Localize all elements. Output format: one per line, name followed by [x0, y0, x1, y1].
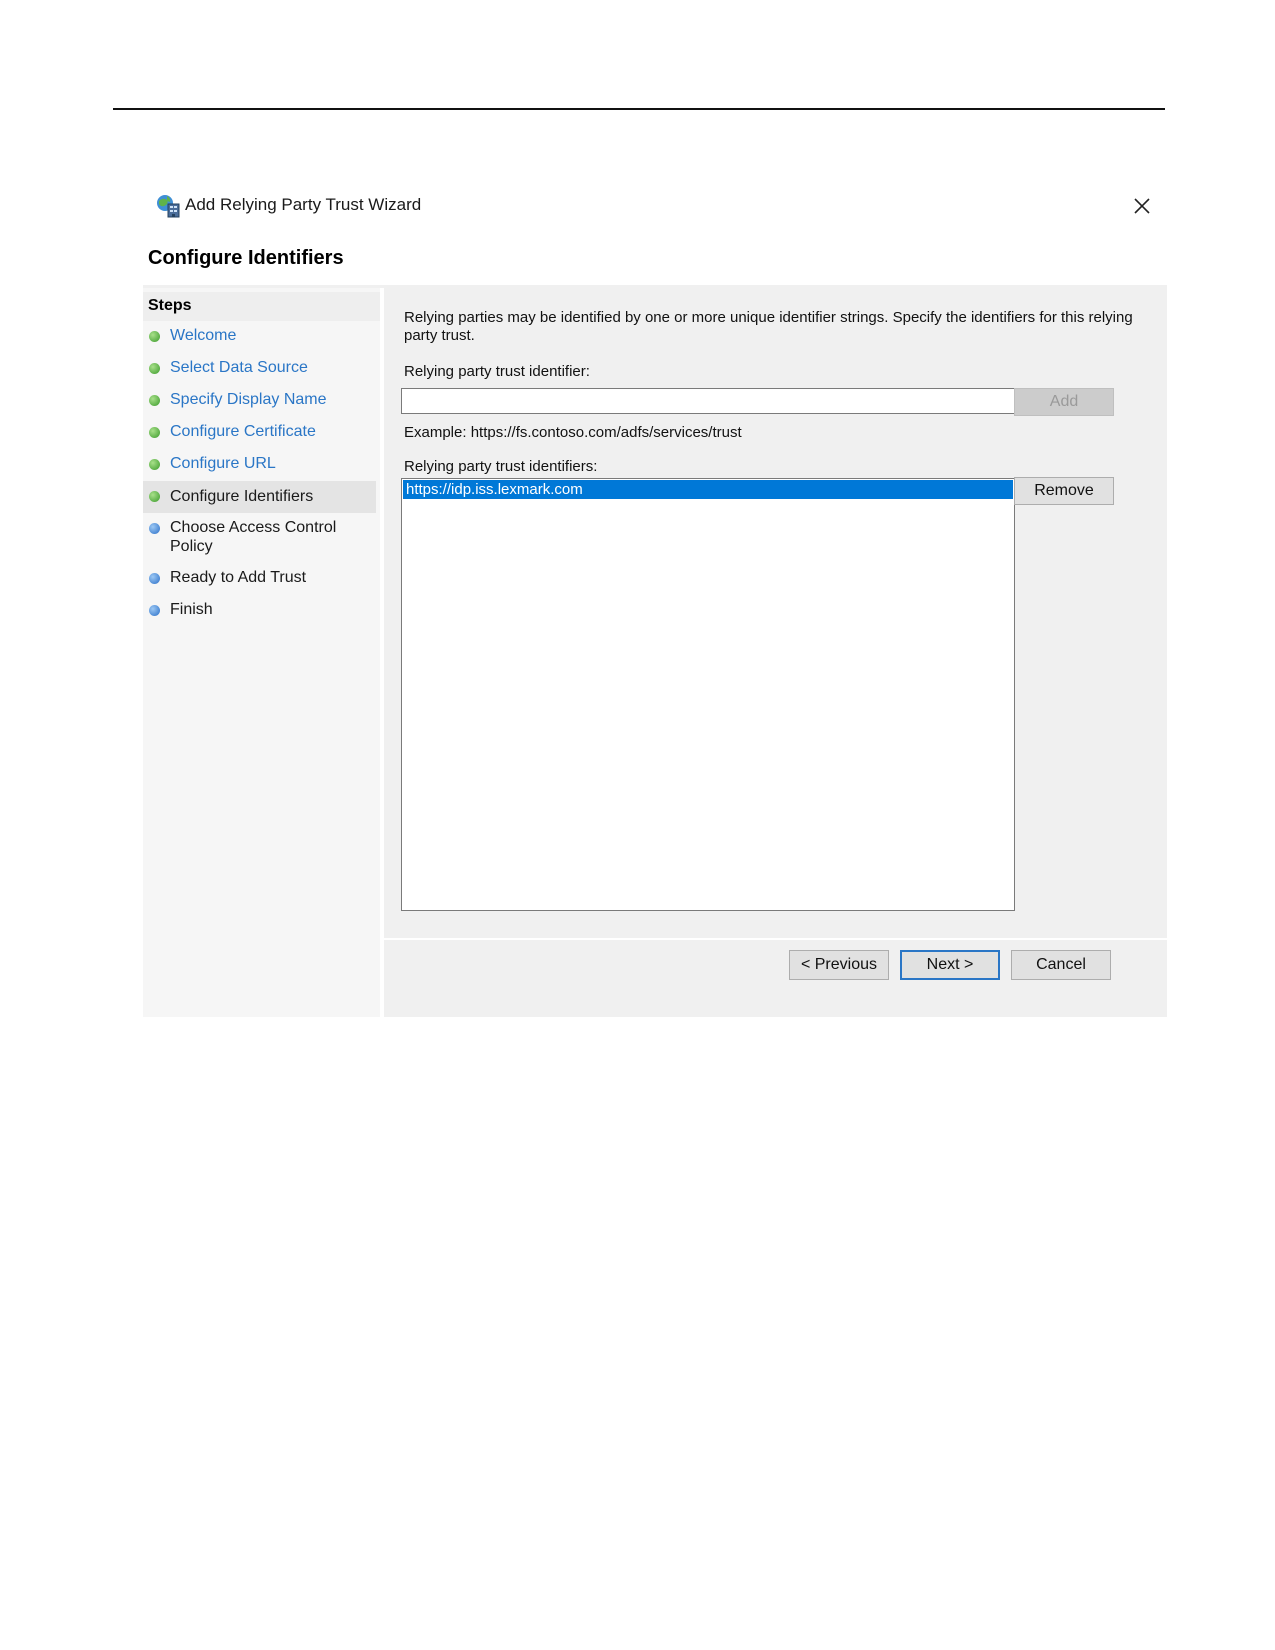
window-title: Add Relying Party Trust Wizard	[185, 195, 422, 214]
example-text: Example: https://fs.contoso.com/adfs/ser…	[404, 424, 742, 441]
page-heading: Configure Identifiers	[148, 247, 344, 269]
steps-header: Steps	[143, 292, 380, 321]
add-button[interactable]: Add	[1014, 388, 1114, 416]
step-current-icon	[149, 491, 160, 502]
step-pending-icon	[149, 523, 160, 534]
cancel-button[interactable]: Cancel	[1011, 950, 1111, 980]
relying-party-trust-icon	[155, 193, 181, 219]
step-pending-icon	[149, 573, 160, 584]
close-button[interactable]	[1125, 189, 1159, 223]
wizard-dialog: Add Relying Party Trust Wizard Configure…	[143, 185, 1167, 1017]
content-pane: Relying parties may be identified by one…	[384, 288, 1167, 938]
step-label: Configure Identifiers	[170, 488, 314, 505]
step-completed-icon	[149, 363, 160, 374]
title-bar: Add Relying Party Trust Wizard	[143, 185, 1167, 231]
list-item[interactable]: https://idp.iss.lexmark.com	[403, 480, 1013, 499]
previous-button[interactable]: < Previous	[789, 950, 889, 980]
step-label: Select Data Source	[170, 359, 308, 376]
remove-button[interactable]: Remove	[1014, 477, 1114, 505]
step-configure-identifiers: Configure Identifiers	[143, 481, 376, 513]
step-label: Specify Display Name	[170, 391, 327, 408]
steps-pane: Steps Welcome Select Data Source Specify…	[143, 288, 380, 1017]
step-label: Configure URL	[170, 455, 276, 472]
identifiers-list[interactable]: https://idp.iss.lexmark.com	[401, 478, 1015, 911]
step-label: Ready to Add Trust	[170, 569, 307, 586]
close-icon	[1134, 198, 1150, 214]
footer-bar: < Previous Next > Cancel	[384, 940, 1167, 1017]
page-top-rule	[113, 108, 1165, 110]
step-label: Configure Certificate	[170, 423, 316, 440]
next-button[interactable]: Next >	[900, 950, 1000, 980]
footer-pane: < Previous Next > Cancel	[384, 938, 1167, 1017]
step-completed-icon	[149, 459, 160, 470]
step-completed-icon	[149, 395, 160, 406]
identifier-input[interactable]	[401, 388, 1015, 414]
steps-header-label: Steps	[148, 297, 192, 314]
step-pending-icon	[149, 605, 160, 616]
step-completed-icon	[149, 427, 160, 438]
identifiers-label: Relying party trust identifiers:	[404, 458, 598, 475]
identifier-label: Relying party trust identifier:	[404, 363, 590, 380]
step-completed-icon	[149, 331, 160, 342]
step-label: Choose Access Control Policy	[170, 519, 337, 555]
description-text: Relying parties may be identified by one…	[404, 309, 1133, 344]
step-label: Finish	[170, 601, 213, 618]
step-label: Welcome	[170, 327, 237, 344]
